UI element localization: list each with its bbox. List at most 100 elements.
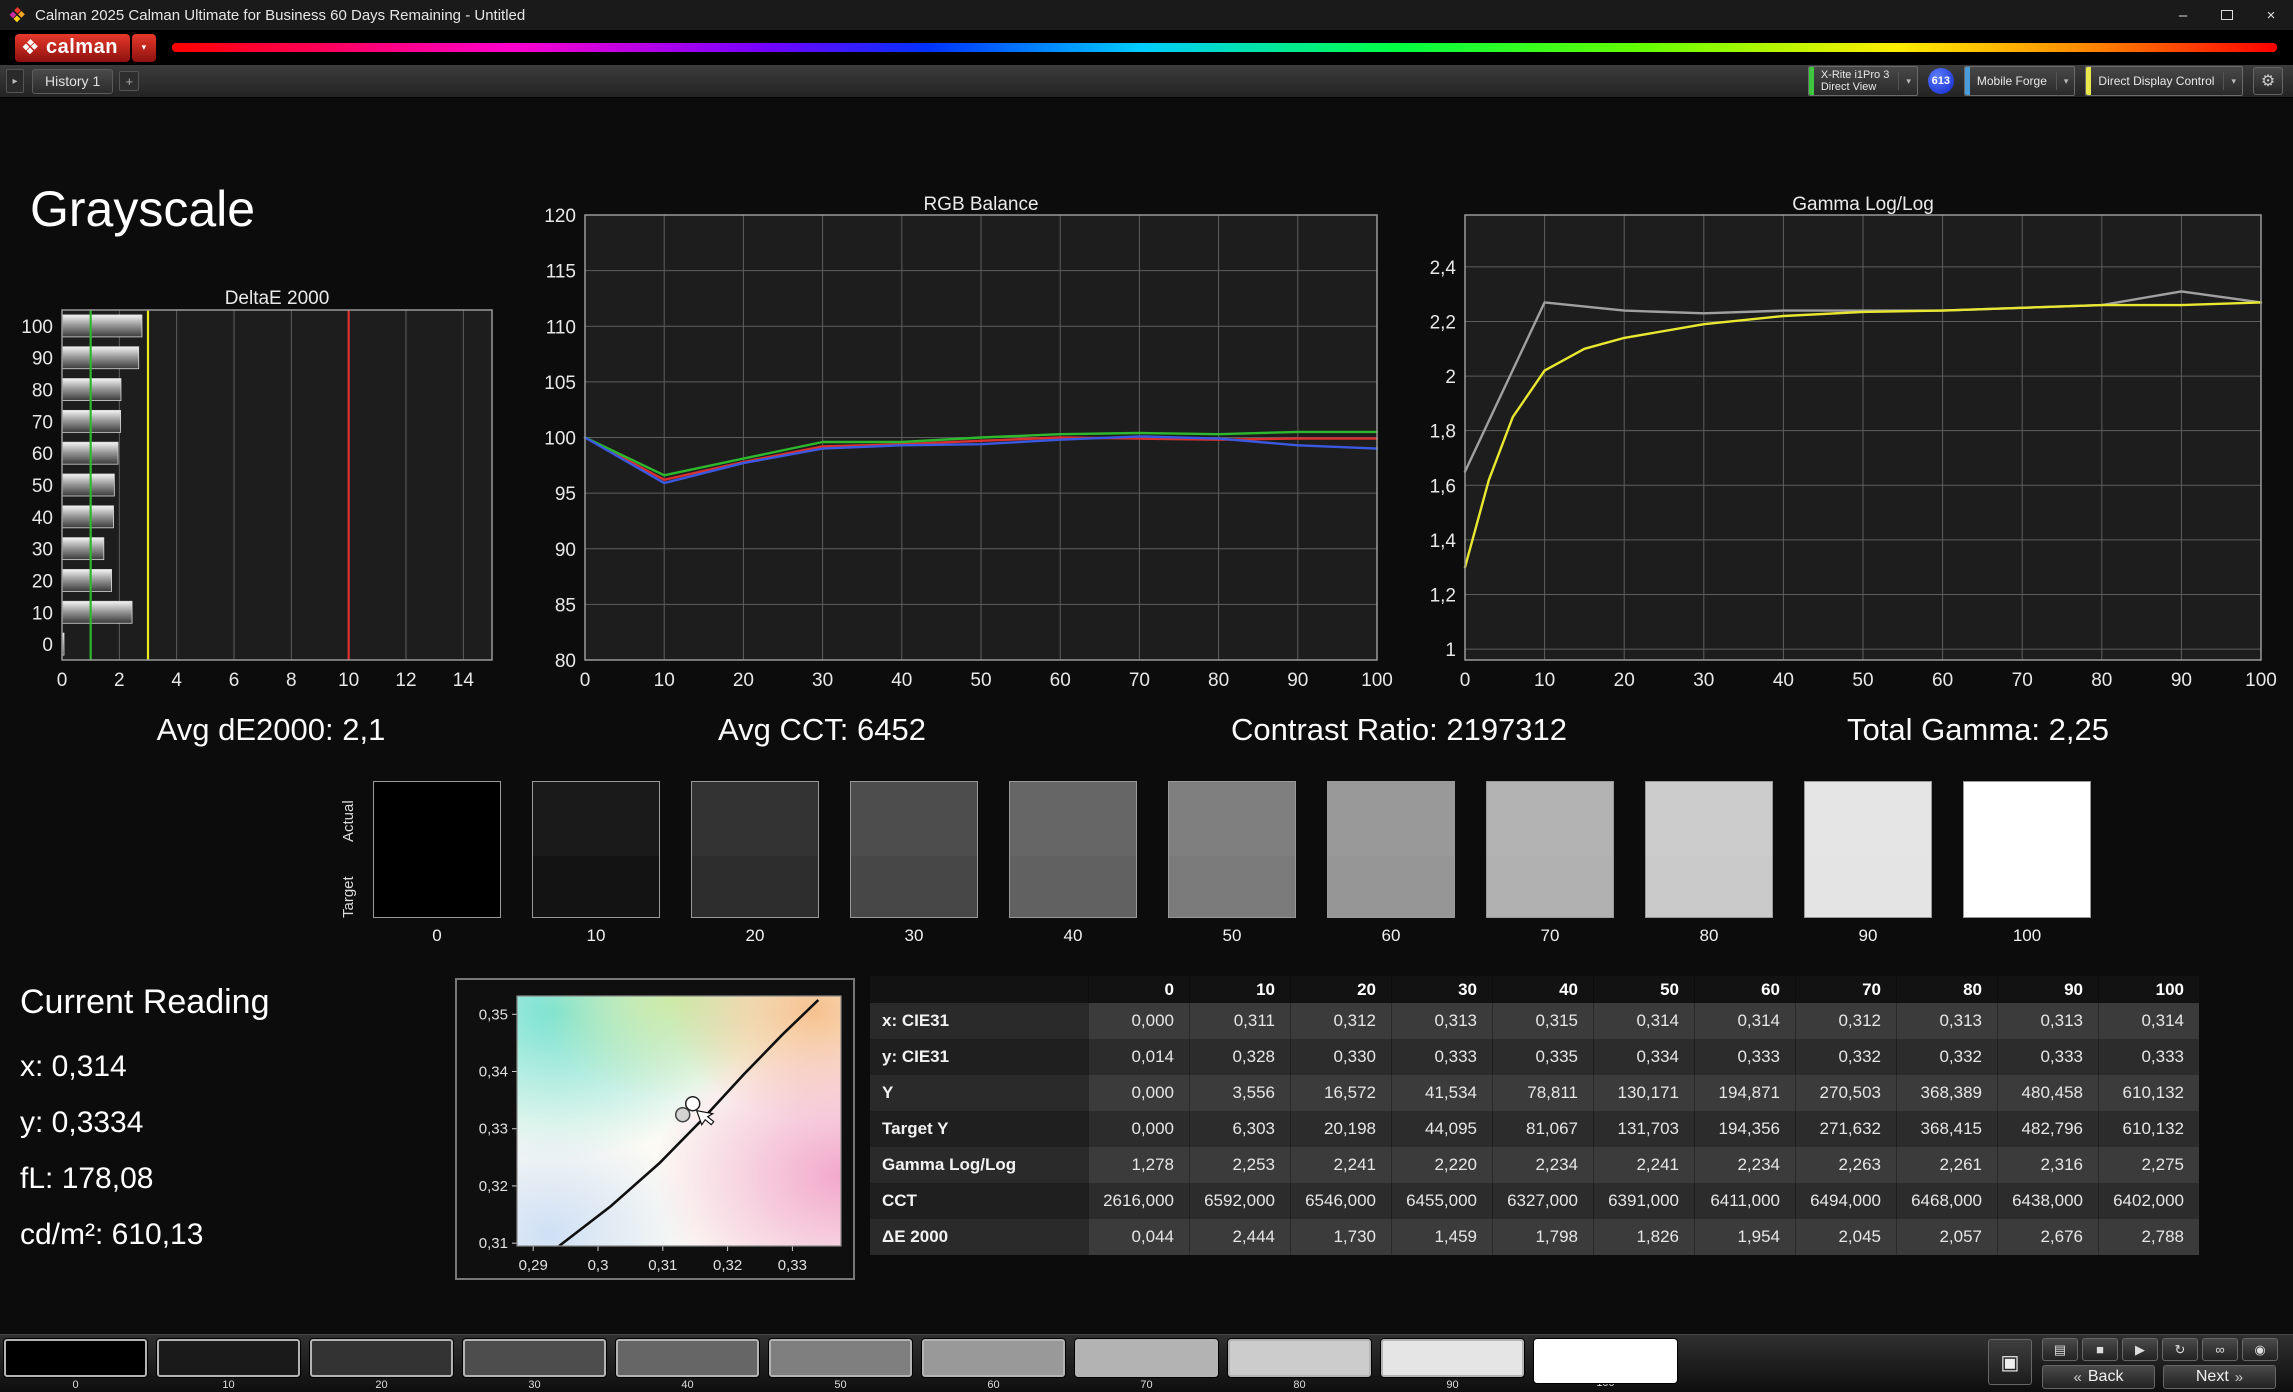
swatch-actual xyxy=(1487,782,1613,857)
table-cell: 1,954 xyxy=(1694,1219,1795,1255)
table-column-header: 40 xyxy=(1492,976,1593,1003)
history-panel-toggle[interactable]: ▸ xyxy=(6,69,24,93)
meter-dropdown[interactable]: X-Rite i1Pro 3 Direct View ▾ xyxy=(1807,66,1918,96)
svg-text:20: 20 xyxy=(1614,670,1635,691)
table-cell: 2,220 xyxy=(1391,1147,1492,1183)
swatch-actual xyxy=(1169,782,1295,857)
infinity-icon-button[interactable]: ∞ xyxy=(2202,1338,2238,1361)
camera-icon-button[interactable]: ◉ xyxy=(2242,1338,2278,1361)
svg-text:1,8: 1,8 xyxy=(1430,422,1456,443)
pattern-level-button[interactable] xyxy=(157,1339,300,1377)
pattern-level-button[interactable] xyxy=(4,1339,147,1377)
reading-y: y: 0,3334 xyxy=(20,1106,144,1139)
next-button[interactable]: Next » xyxy=(2163,1365,2276,1389)
svg-text:10: 10 xyxy=(654,670,675,691)
swatch-actual xyxy=(692,782,818,857)
table-cell: 0,314 xyxy=(1593,1003,1694,1039)
grayscale-swatch: 90 xyxy=(1804,781,1932,946)
swatch-target xyxy=(1328,856,1454,917)
pattern-level-cell: 30 xyxy=(463,1339,606,1391)
table-cell: 2616,000 xyxy=(1088,1183,1189,1219)
play-icon-button[interactable]: ▶ xyxy=(2122,1338,2158,1361)
grayscale-swatch: 60 xyxy=(1327,781,1455,946)
pattern-level-button[interactable] xyxy=(1381,1339,1524,1377)
calman-logo[interactable]: calman xyxy=(15,33,130,62)
table-cell: 6468,000 xyxy=(1896,1183,1997,1219)
close-button[interactable]: × xyxy=(2249,0,2293,30)
pattern-level-button[interactable] xyxy=(922,1339,1065,1377)
table-column-header: 80 xyxy=(1896,976,1997,1003)
source-status-stripe xyxy=(1964,67,1970,95)
table-column-header: 60 xyxy=(1694,976,1795,1003)
workflow-toolbar: ▸ History 1 + X-Rite i1Pro 3 Direct View… xyxy=(0,65,2293,98)
chevron-down-icon: ▾ xyxy=(2223,72,2236,90)
table-row-label: Target Y xyxy=(870,1111,1088,1147)
display-icon-button[interactable]: ▤ xyxy=(2042,1338,2078,1361)
next-label: Next xyxy=(2195,1368,2229,1385)
svg-text:4: 4 xyxy=(171,670,182,691)
grayscale-swatch: 40 xyxy=(1009,781,1137,946)
brand-bar: calman ▾ xyxy=(0,30,2293,65)
table-cell: 6402,000 xyxy=(2098,1183,2199,1219)
table-cell: 6411,000 xyxy=(1694,1183,1795,1219)
table-cell: 0,312 xyxy=(1290,1003,1391,1039)
calman-diamond-icon xyxy=(22,39,39,56)
svg-text:40: 40 xyxy=(891,670,912,691)
table-cell: 0,328 xyxy=(1189,1039,1290,1075)
bottom-bar: 0 10 20 30 40 50 60 70 80 90 100 ▣ ▤ ■ ▶ ↻ ∞ ◉ « Back N… xyxy=(0,1334,2293,1392)
table-cell: 0,000 xyxy=(1088,1075,1189,1111)
history-tab[interactable]: History 1 xyxy=(32,68,114,94)
swatch-actual xyxy=(851,782,977,857)
swatch-actual xyxy=(374,782,500,857)
history-add-button[interactable]: + xyxy=(119,71,140,91)
table-row-label: Gamma Log/Log xyxy=(870,1147,1088,1183)
grayscale-swatch: 20 xyxy=(691,781,819,946)
back-button[interactable]: « Back xyxy=(2042,1365,2155,1389)
pattern-window-button[interactable]: ▣ xyxy=(1988,1339,2032,1385)
pattern-level-button[interactable] xyxy=(616,1339,759,1377)
stop-icon-button[interactable]: ■ xyxy=(2082,1338,2118,1361)
swatch-label: 100 xyxy=(2012,926,2042,945)
meter-status-stripe xyxy=(1808,67,1814,95)
table-column-header: 50 xyxy=(1593,976,1694,1003)
minimize-button[interactable]: – xyxy=(2161,0,2205,30)
svg-text:105: 105 xyxy=(544,373,576,394)
svg-text:0,33: 0,33 xyxy=(778,1257,807,1274)
settings-button[interactable]: ⚙ xyxy=(2253,67,2283,95)
refresh-icon-button[interactable]: ↻ xyxy=(2162,1338,2198,1361)
swatch-label: 30 xyxy=(904,926,924,945)
pattern-level-button[interactable] xyxy=(463,1339,606,1377)
pattern-level-cell: 20 xyxy=(310,1339,453,1391)
chevron-down-icon: ▾ xyxy=(141,42,147,52)
pattern-level-button[interactable] xyxy=(1534,1339,1677,1383)
table-column-header: 100 xyxy=(2098,976,2199,1003)
pattern-level-button[interactable] xyxy=(769,1339,912,1377)
calman-menu-button[interactable]: ▾ xyxy=(131,33,156,62)
svg-text:0,32: 0,32 xyxy=(479,1178,508,1195)
pattern-level-cell: 100 xyxy=(1534,1339,1677,1391)
svg-text:8: 8 xyxy=(286,670,297,691)
chevron-down-icon: ▾ xyxy=(2055,72,2068,90)
table-cell: 0,312 xyxy=(1795,1003,1896,1039)
svg-text:1,2: 1,2 xyxy=(1430,585,1456,606)
pattern-level-label: 30 xyxy=(528,1379,541,1391)
meter-mode: Direct View xyxy=(1820,81,1877,93)
table-cell: 2,261 xyxy=(1896,1147,1997,1183)
contrast-ratio-stat: Contrast Ratio: 2197312 xyxy=(1230,712,1568,747)
maximize-button[interactable] xyxy=(2205,0,2249,30)
source-dropdown[interactable]: Mobile Forge ▾ xyxy=(1963,66,2076,96)
swatch-target xyxy=(1010,856,1136,917)
table-cell: 0,044 xyxy=(1088,1219,1189,1255)
svg-text:0,29: 0,29 xyxy=(519,1257,548,1274)
display-control-dropdown[interactable]: Direct Display Control ▾ xyxy=(2085,66,2243,96)
grayscale-swatch: 70 xyxy=(1486,781,1614,946)
pattern-level-label: 60 xyxy=(987,1379,1000,1391)
pattern-level-button[interactable] xyxy=(1228,1339,1371,1377)
table-cell: 2,045 xyxy=(1795,1219,1896,1255)
target-axis-label: Target xyxy=(340,876,357,919)
table-cell: 0,313 xyxy=(1391,1003,1492,1039)
pattern-level-button[interactable] xyxy=(310,1339,453,1377)
calman-wordmark: calman xyxy=(46,36,118,58)
svg-text:70: 70 xyxy=(2012,670,2033,691)
pattern-level-button[interactable] xyxy=(1075,1339,1218,1377)
